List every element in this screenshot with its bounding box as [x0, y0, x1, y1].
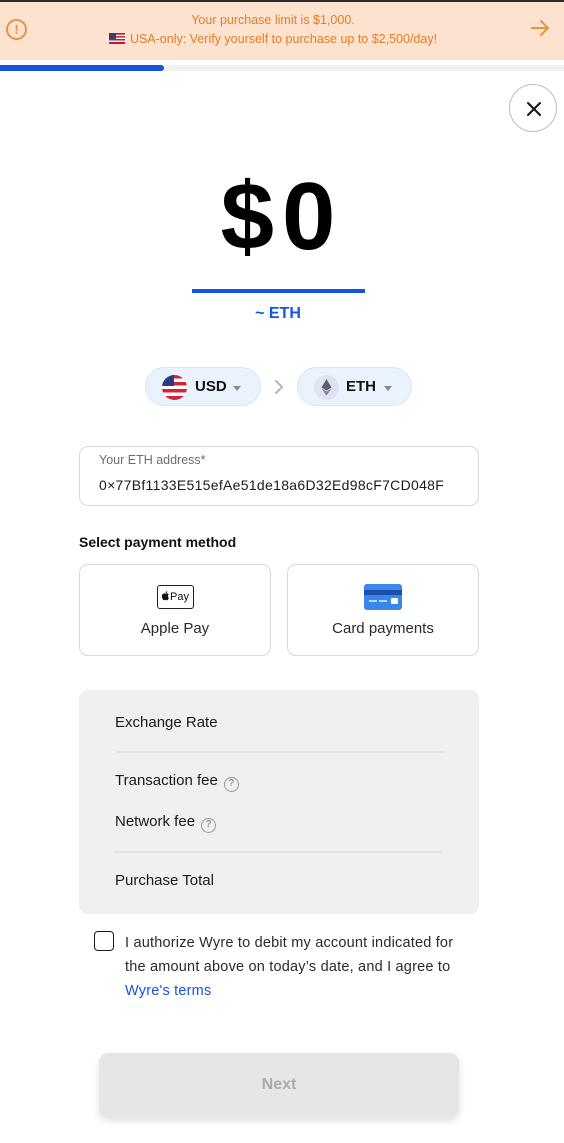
card-payment-label: Card payments	[332, 620, 434, 637]
eth-address-label: Your ETH address*	[99, 453, 206, 467]
verify-text: USA-only: Verify yourself to purchase up…	[129, 32, 438, 46]
source-currency-select[interactable]: USD	[145, 367, 261, 406]
purchase-limit-banner[interactable]: ! Your purchase limit is $1,000. USA-onl…	[0, 2, 564, 60]
chevron-right-icon	[275, 380, 283, 394]
payment-method-title: Select payment method	[79, 534, 237, 550]
summary-divider	[115, 751, 443, 753]
close-button[interactable]	[509, 84, 557, 132]
wyre-terms-link[interactable]: Wyre's terms	[125, 983, 211, 999]
progress-bar	[0, 65, 564, 71]
next-button[interactable]: Next	[99, 1053, 459, 1117]
authorize-checkbox[interactable]	[94, 931, 114, 951]
authorization-text: I authorize Wyre to debit my account ind…	[125, 931, 475, 1003]
progress-fill	[0, 65, 164, 71]
authorization-statement: I authorize Wyre to debit my account ind…	[125, 935, 454, 975]
target-currency-select[interactable]: ETH	[297, 367, 412, 406]
eth-address-field[interactable]: Your ETH address*	[79, 446, 479, 506]
apple-pay-option[interactable]: Pay Apple Pay	[79, 564, 271, 656]
chevron-down-icon	[384, 386, 392, 391]
chevron-down-icon	[233, 386, 241, 391]
help-icon[interactable]: ?	[201, 818, 217, 833]
apple-pay-label: Apple Pay	[140, 620, 210, 637]
purchase-total-label: Purchase Total	[115, 872, 214, 889]
network-fee-row: Network fee?	[115, 813, 217, 833]
help-icon[interactable]: ?	[223, 777, 239, 792]
transaction-fee-row: Transaction fee?	[115, 772, 239, 792]
ethereum-icon	[314, 375, 339, 400]
summary-divider	[115, 851, 443, 853]
apple-pay-badge-text: Pay	[170, 591, 189, 603]
exchange-rate-label: Exchange Rate	[115, 714, 218, 731]
verify-text-line: USA-only: Verify yourself to purchase up…	[0, 32, 546, 46]
eth-estimate: ~ ETH	[255, 305, 301, 322]
close-icon	[527, 102, 541, 116]
amount-underline	[192, 289, 365, 293]
arrow-right-icon[interactable]	[528, 16, 552, 40]
apple-pay-icon: Pay	[157, 585, 194, 609]
target-currency-label: ETH	[346, 378, 376, 395]
source-currency-label: USD	[195, 378, 227, 395]
card-payment-option[interactable]: Card payments	[287, 564, 479, 656]
fee-summary-panel: Exchange Rate Transaction fee? Network f…	[79, 690, 479, 914]
network-fee-label: Network fee	[115, 813, 196, 830]
amount-value[interactable]: $0	[0, 162, 564, 272]
purchase-limit-text: Your purchase limit is $1,000.	[191, 13, 355, 27]
eth-address-input[interactable]	[99, 477, 469, 493]
us-flag-icon	[108, 33, 125, 44]
transaction-fee-label: Transaction fee	[115, 772, 218, 789]
us-flag-icon	[162, 375, 187, 400]
credit-card-icon	[364, 584, 402, 610]
